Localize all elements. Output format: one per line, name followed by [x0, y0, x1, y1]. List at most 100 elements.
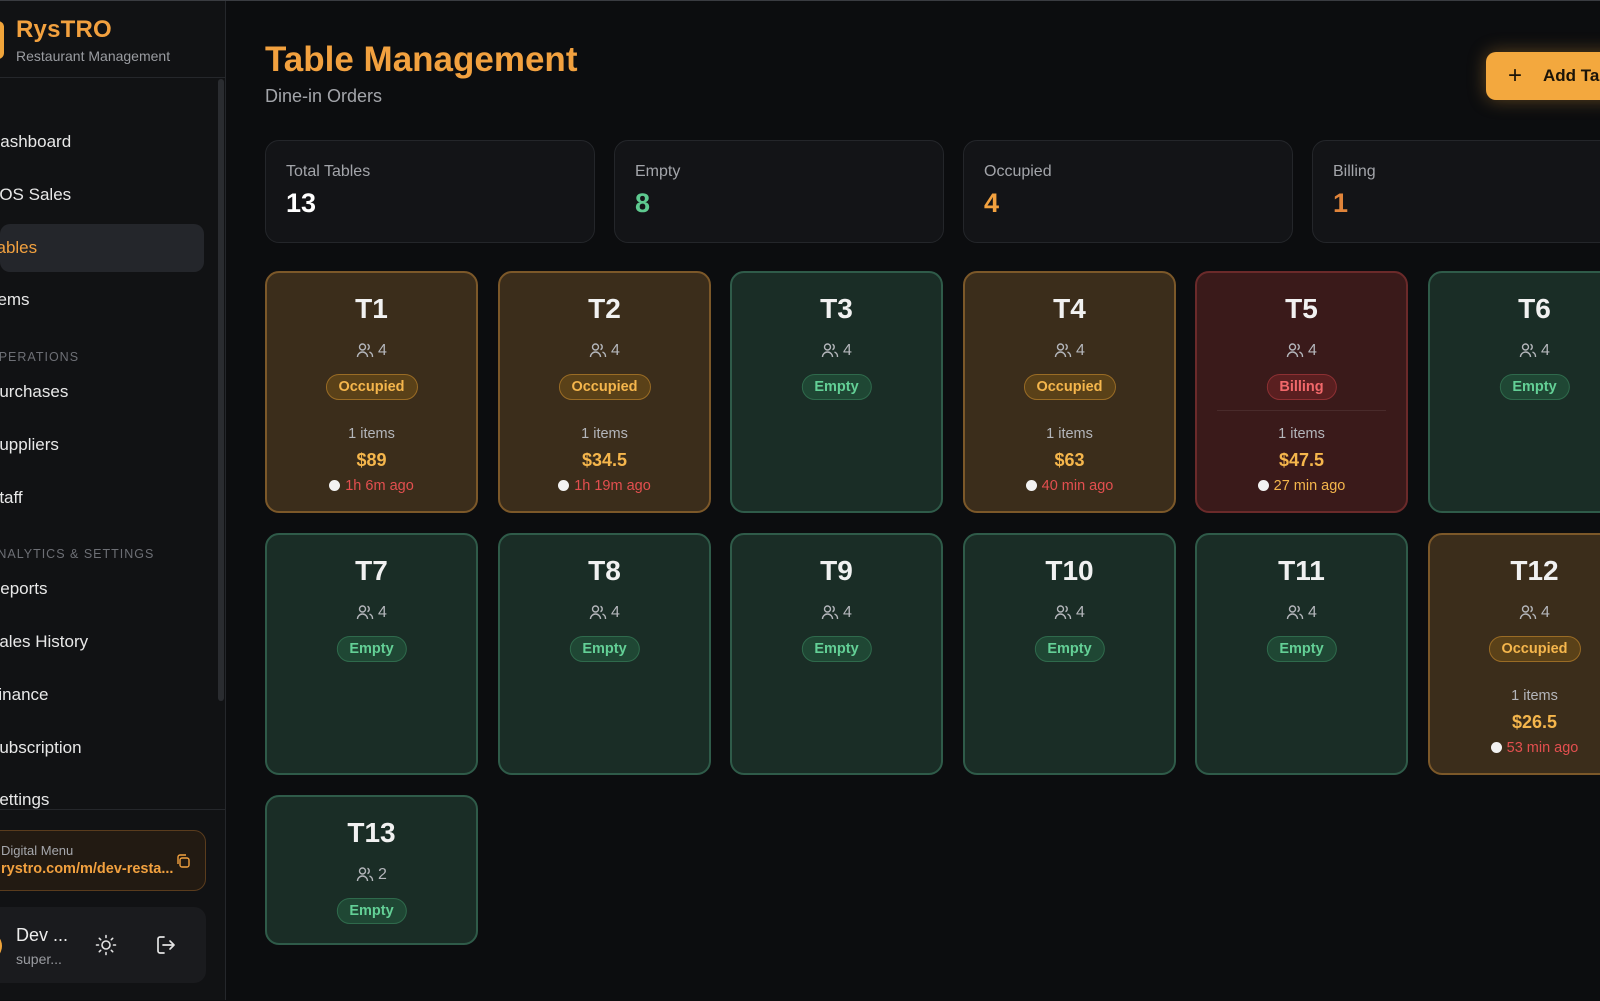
table-card-t2[interactable]: T2 4 Occupied 1 items $34.5 1h 19m ago — [498, 271, 711, 513]
status-badge: Empty — [801, 374, 872, 400]
sidebar-section-operations: OPERATIONS — [0, 350, 80, 364]
sidebar-item-reports[interactable]: Reports — [0, 565, 204, 613]
status-badge: Occupied — [558, 374, 651, 400]
table-name: T1 — [355, 293, 388, 324]
table-seats: 4 — [965, 342, 1174, 360]
table-card-t4[interactable]: T4 4 Occupied 1 items $63 40 min ago — [963, 271, 1176, 513]
table-card-t10[interactable]: T10 4 Empty — [963, 533, 1176, 775]
stat-value: 4 — [984, 188, 1000, 218]
table-seats: 4 — [732, 342, 941, 360]
window-top-border — [0, 0, 1600, 1]
table-seats: 4 — [500, 604, 709, 622]
table-seats: 4 — [965, 604, 1174, 622]
stat-label: Empty — [635, 163, 681, 180]
sidebar-item-items[interactable]: Items — [0, 276, 204, 324]
table-seats: 4 — [1197, 604, 1406, 622]
page-title: Table Management — [265, 40, 578, 79]
table-card-t9[interactable]: T9 4 Empty — [730, 533, 943, 775]
table-card-t11[interactable]: T11 4 Empty — [1195, 533, 1408, 775]
table-name: T4 — [1053, 293, 1086, 324]
sidebar-item-purchases[interactable]: Purchases — [0, 368, 204, 416]
people-icon — [356, 343, 374, 358]
table-name: T6 — [1518, 293, 1551, 324]
stat-occupied-card: Occupied 4 — [963, 140, 1293, 243]
people-icon — [1054, 343, 1072, 358]
table-amount: $47.5 — [1278, 450, 1325, 470]
sidebar-footer: Digital Menu rystro.com/m/dev-resta... D… — [0, 809, 226, 1001]
table-seat-count: 4 — [843, 604, 852, 621]
sidebar-scrollbar[interactable] — [218, 79, 224, 701]
stat-value: 13 — [286, 188, 317, 218]
status-badge: Occupied — [1023, 374, 1116, 400]
table-amount: $34.5 — [581, 450, 628, 470]
people-icon — [356, 605, 374, 620]
sidebar-item-tables[interactable]: Tables — [0, 224, 204, 272]
table-name: T3 — [820, 293, 853, 324]
table-amount: $63 — [1054, 450, 1085, 470]
table-time: 40 min ago — [965, 478, 1174, 494]
user-card: Dev ... super... — [0, 907, 206, 983]
table-card-t6[interactable]: T6 4 Empty — [1428, 271, 1600, 513]
table-name: T9 — [820, 555, 853, 586]
table-seats: 4 — [500, 342, 709, 360]
sidebar-item-staff[interactable]: Staff — [0, 474, 204, 522]
table-seats: 4 — [1430, 342, 1600, 360]
table-seats: 4 — [1197, 342, 1406, 360]
table-name: T10 — [1045, 555, 1094, 586]
sidebar-item-pos-sales[interactable]: POS Sales — [0, 171, 204, 219]
sidebar-item-finance[interactable]: Finance — [0, 671, 204, 719]
table-card-t13[interactable]: T13 2 Empty — [265, 795, 478, 945]
table-seat-count: 4 — [1308, 342, 1317, 359]
stat-value: 1 — [1333, 188, 1349, 218]
table-card-t1[interactable]: T1 4 Occupied 1 items $89 1h 6m ago — [265, 271, 478, 513]
status-badge: Empty — [1034, 636, 1105, 662]
sidebar-item-suppliers[interactable]: Suppliers — [0, 421, 204, 469]
sidebar-item-dashboard[interactable]: Dashboard — [0, 118, 204, 166]
table-time: 27 min ago — [1197, 478, 1406, 494]
table-seat-count: 4 — [1541, 342, 1550, 359]
add-table-button[interactable]: + Add Table — [1486, 52, 1600, 100]
timer-icon — [1490, 742, 1502, 753]
table-seat-count: 2 — [378, 866, 387, 883]
sun-icon[interactable] — [94, 933, 118, 957]
table-card-t8[interactable]: T8 4 Empty — [498, 533, 711, 775]
table-time-text: 27 min ago — [1273, 478, 1346, 494]
table-seats: 4 — [732, 604, 941, 622]
stat-total-tables-card: Total Tables 13 — [265, 140, 595, 243]
brand-header: RysTRO Restaurant Management — [0, 1, 226, 78]
plus-icon: + — [1508, 62, 1523, 89]
people-icon — [356, 867, 374, 882]
table-card-t5[interactable]: T5 4 Billing 1 items $47.5 27 min ago — [1195, 271, 1408, 513]
table-time: 1h 6m ago — [267, 478, 476, 494]
timer-icon — [1257, 480, 1269, 491]
page-subtitle: Dine-in Orders — [265, 86, 383, 106]
people-icon — [1286, 605, 1304, 620]
people-icon — [821, 605, 839, 620]
table-name: T8 — [588, 555, 621, 586]
table-name: T5 — [1285, 293, 1318, 324]
digital-menu-url[interactable]: rystro.com/m/dev-resta... — [1, 861, 173, 877]
table-time-text: 1h 6m ago — [345, 478, 414, 494]
table-name: T7 — [355, 555, 388, 586]
table-card-t7[interactable]: T7 4 Empty — [265, 533, 478, 775]
table-card-t12[interactable]: T12 4 Occupied 1 items $26.5 53 min ago — [1428, 533, 1600, 775]
copy-icon[interactable] — [175, 853, 191, 869]
table-card-t3[interactable]: T3 4 Empty — [730, 271, 943, 513]
table-seat-count: 4 — [378, 342, 387, 359]
sidebar-item-sales-history[interactable]: Sales History — [0, 618, 204, 666]
stat-empty-card: Empty 8 — [614, 140, 944, 243]
table-seat-count: 4 — [611, 342, 620, 359]
brand-logo-icon — [0, 21, 4, 59]
table-items: 1 items — [348, 426, 395, 442]
stat-label: Billing — [1333, 163, 1376, 180]
logout-icon[interactable] — [154, 933, 178, 957]
table-time-text: 1h 19m ago — [574, 478, 651, 494]
avatar — [0, 932, 2, 960]
timer-icon — [329, 480, 341, 491]
sidebar-item-settings[interactable]: Settings — [0, 776, 204, 809]
sidebar-item-subscription[interactable]: Subscription — [0, 724, 204, 772]
people-icon — [1519, 343, 1537, 358]
user-name: Dev ... — [16, 925, 69, 945]
status-badge: Empty — [336, 898, 407, 924]
digital-menu-card[interactable]: Digital Menu rystro.com/m/dev-resta... — [0, 830, 206, 891]
